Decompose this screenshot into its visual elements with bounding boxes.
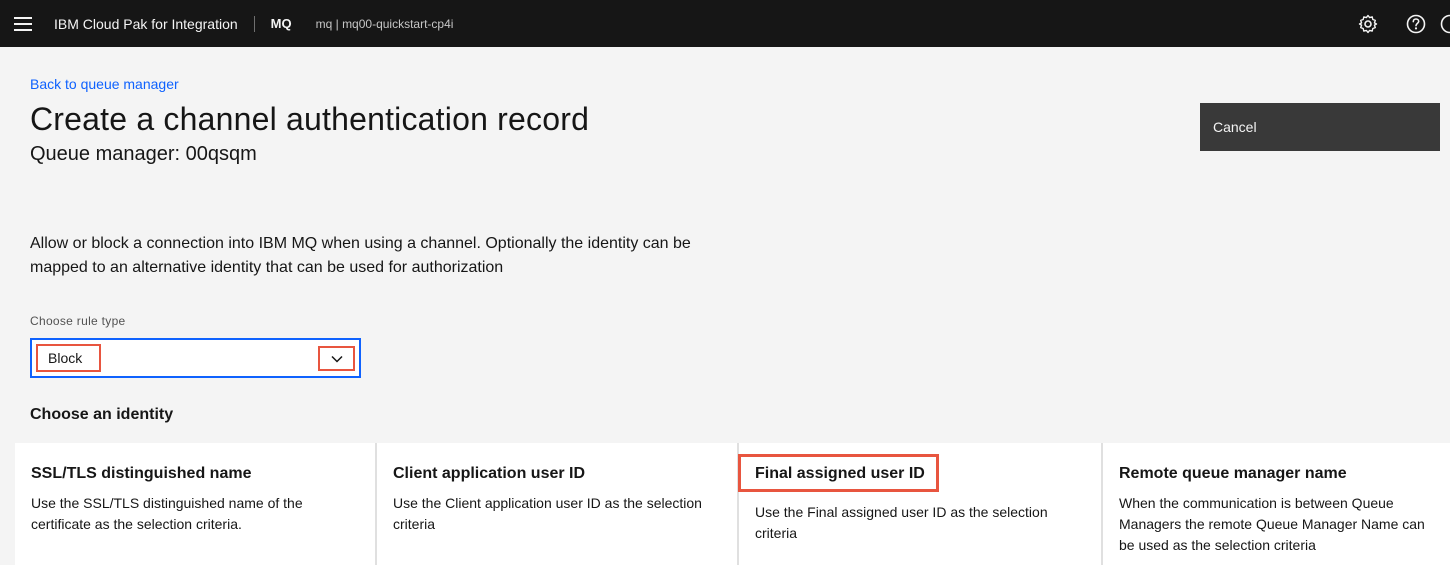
help-icon[interactable]	[1392, 0, 1440, 47]
card-title: SSL/TLS distinguished name	[31, 465, 252, 482]
product-name: MQ	[270, 16, 292, 31]
header-divider	[253, 15, 255, 32]
cancel-button[interactable]: Cancel	[1200, 103, 1440, 151]
brand-name[interactable]: IBM Cloud Pak for Integration	[54, 16, 238, 32]
user-icon[interactable]	[1440, 0, 1450, 47]
card-description: Use the Final assigned user ID as the se…	[755, 504, 1048, 541]
card-description: When the communication is between Queue …	[1119, 495, 1425, 553]
card-title: Remote queue manager name	[1119, 465, 1347, 482]
identity-heading: Choose an identity	[30, 406, 174, 423]
identity-cards: SSL/TLS distinguished name Use the SSL/T…	[15, 443, 1450, 565]
instance-name: mq | mq00-quickstart-cp4i	[315, 16, 454, 31]
rule-type-selected-value[interactable]: Block	[36, 344, 101, 372]
rule-type-dropdown[interactable]: Block	[30, 338, 361, 378]
card-title[interactable]: Final assigned user ID	[738, 454, 939, 492]
card-description: Use the SSL/TLS distinguished name of th…	[31, 495, 303, 532]
page-title: Create a channel authentication record	[30, 101, 590, 137]
page-description: Allow or block a connection into IBM MQ …	[30, 235, 691, 276]
identity-card-ssl-tls[interactable]: SSL/TLS distinguished name Use the SSL/T…	[15, 443, 377, 565]
identity-card-client-app-user-id[interactable]: Client application user ID Use the Clien…	[377, 443, 739, 565]
card-description: Use the Client application user ID as th…	[393, 495, 702, 532]
identity-card-final-assigned-user-id[interactable]: Final assigned user ID Use the Final ass…	[738, 443, 1103, 565]
card-title: Client application user ID	[393, 465, 586, 482]
identity-card-remote-queue-manager[interactable]: Remote queue manager name When the commu…	[1103, 443, 1450, 565]
back-to-queue-manager-link[interactable]: Back to queue manager	[30, 76, 179, 92]
chevron-down-icon[interactable]	[318, 346, 355, 371]
rule-type-label: Choose rule type	[30, 314, 126, 328]
menu-icon[interactable]	[0, 0, 46, 47]
page-subtitle: Queue manager: 00qsqm	[30, 143, 257, 165]
settings-icon[interactable]	[1344, 0, 1392, 47]
top-header: IBM Cloud Pak for Integration MQ mq | mq…	[0, 0, 1450, 47]
